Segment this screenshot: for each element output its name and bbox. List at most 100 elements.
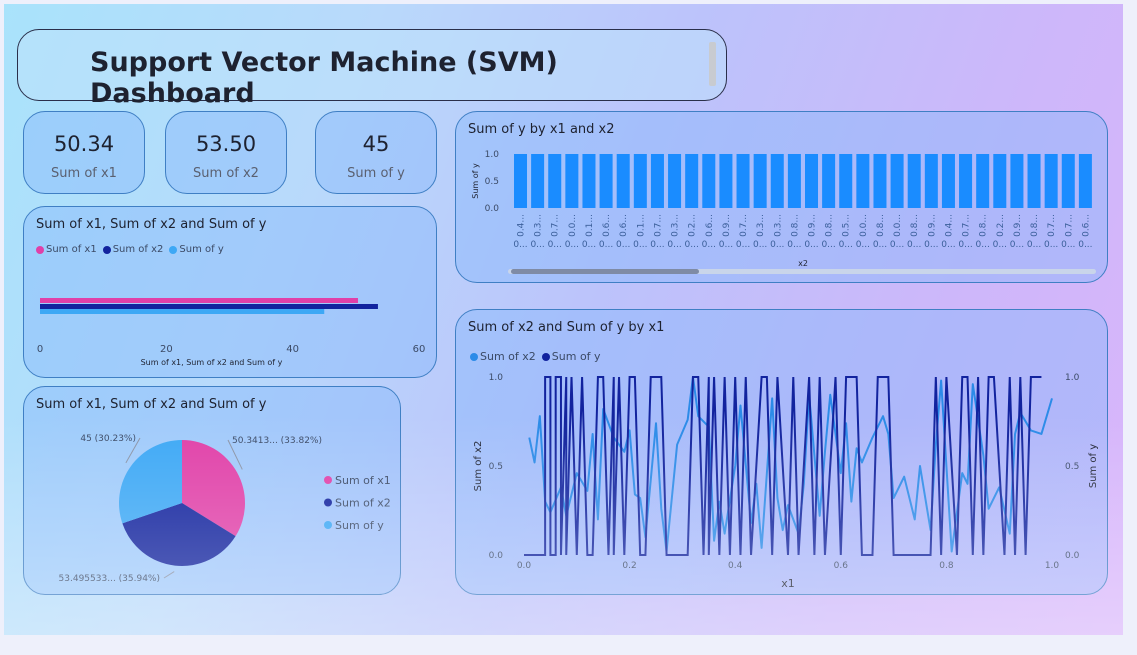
column-bar bbox=[805, 154, 819, 208]
x-tick-label: 0.8... bbox=[910, 214, 920, 237]
x-tick-label: 0.7... bbox=[551, 214, 561, 237]
column-bar bbox=[548, 154, 562, 208]
x-axis-title: x2 bbox=[798, 259, 808, 268]
x-secondary-label: 0... bbox=[565, 240, 579, 250]
column-bar bbox=[1061, 154, 1075, 208]
x-tick-label: 1.0 bbox=[1045, 561, 1060, 571]
column-bar bbox=[702, 154, 716, 208]
x-secondary-label: 0... bbox=[856, 240, 870, 250]
x-tick-label: 0.7... bbox=[1064, 214, 1074, 237]
x-tick-label: 0.1... bbox=[585, 214, 595, 237]
column-bar bbox=[616, 154, 630, 208]
y2-axis-title: Sum of y bbox=[1088, 444, 1099, 488]
x-secondary-label: 0... bbox=[821, 240, 835, 250]
column-chart-panel[interactable]: Sum of y by x1 and x2 0.0 0.5 1.0 Sum of y0… bbox=[455, 111, 1108, 283]
x-secondary-label: 0... bbox=[941, 240, 955, 250]
x-tick-label: 0.7... bbox=[962, 214, 972, 237]
x-tick-label: 0.7... bbox=[739, 214, 749, 237]
hbar-chart-panel[interactable]: Sum of x1, Sum of x2 and Sum of y Sum of… bbox=[23, 206, 437, 378]
x-secondary-label: 0... bbox=[924, 240, 938, 250]
x-tick-label: 0.6... bbox=[1081, 214, 1091, 237]
column-bar bbox=[1078, 154, 1092, 208]
x-tick-label: 0.0 bbox=[517, 561, 532, 571]
hbar-chart: 0 20 40 60 Sum of x1, Sum of x2 and Sum of y bbox=[37, 298, 426, 367]
x-secondary-label: 0... bbox=[736, 240, 750, 250]
card-value: 50.34 bbox=[53, 132, 115, 156]
column-bar bbox=[719, 154, 733, 208]
column-bar bbox=[685, 154, 699, 208]
column-bar bbox=[753, 154, 767, 208]
x-secondary-label: 0... bbox=[667, 240, 681, 250]
x-secondary-label: 0... bbox=[633, 240, 647, 250]
page-title: Support Vector Machine (SVM) Dashboard bbox=[90, 47, 558, 109]
column-bar bbox=[959, 154, 973, 208]
column-bar bbox=[770, 154, 784, 208]
column-bar bbox=[907, 154, 921, 208]
x-secondary-label: 0... bbox=[890, 240, 904, 250]
y-tick-label: 1.0 bbox=[489, 373, 504, 383]
column-chart: 0.00.51.0Sum of y0.4...0...0.3...0...0.7… bbox=[471, 150, 1096, 274]
pie-chart: 50.3413... (33.82%) 53.495533... (35.94%)… bbox=[59, 434, 391, 584]
x-secondary-label: 0... bbox=[599, 240, 613, 250]
bar-sum-of-y bbox=[40, 309, 325, 314]
x-secondary-label: 0... bbox=[548, 240, 562, 250]
x-axis-title: x1 bbox=[781, 577, 795, 590]
card-sum-x1[interactable]: 50.34 Sum of x1 bbox=[23, 111, 145, 194]
x-tick-label: 40 bbox=[286, 344, 299, 355]
column-bar bbox=[993, 154, 1007, 208]
pie-leader-line bbox=[163, 571, 175, 579]
x-tick-label: 0.1... bbox=[636, 214, 646, 237]
column-bar bbox=[582, 154, 596, 208]
x-tick-label: 0.8... bbox=[825, 214, 835, 237]
x-tick-label: 0.0... bbox=[859, 214, 869, 237]
line-chart-panel[interactable]: Sum of x2 and Sum of y by x1 Sum of x2 S… bbox=[455, 309, 1108, 595]
y-tick-label: 1.0 bbox=[485, 150, 500, 160]
column-bar bbox=[787, 154, 801, 208]
pie-legend-dot bbox=[324, 476, 332, 484]
y-axis-title: Sum of y bbox=[471, 163, 480, 199]
column-bar bbox=[839, 154, 853, 208]
x-secondary-label: 0... bbox=[839, 240, 853, 250]
y2-tick-label: 0.5 bbox=[1065, 462, 1079, 472]
column-bar bbox=[565, 154, 579, 208]
column-bar bbox=[531, 154, 545, 208]
x-secondary-label: 0... bbox=[582, 240, 596, 250]
x-tick-label: 0.6 bbox=[834, 561, 849, 571]
x-tick-label: 0.9... bbox=[722, 214, 732, 237]
x-tick-label: 0.7... bbox=[653, 214, 663, 237]
column-bar bbox=[822, 154, 836, 208]
column-bar bbox=[976, 154, 990, 208]
x-tick-label: 0.8... bbox=[790, 214, 800, 237]
x-secondary-label: 0... bbox=[873, 240, 887, 250]
x-secondary-label: 0... bbox=[1044, 240, 1058, 250]
x-tick-label: 0.2... bbox=[688, 214, 698, 237]
x-tick-label: 20 bbox=[160, 344, 173, 355]
x-secondary-label: 0... bbox=[616, 240, 630, 250]
x-tick-label: 0.9... bbox=[808, 214, 818, 237]
scrollbar-thumb bbox=[511, 269, 699, 274]
x-tick-label: 0.2 bbox=[622, 561, 636, 571]
x-secondary-label: 0... bbox=[1078, 240, 1092, 250]
column-bar bbox=[890, 154, 904, 208]
x-tick-label: 0.9... bbox=[1013, 214, 1023, 237]
card-label: Sum of x2 bbox=[193, 166, 259, 181]
line-chart: 0.0 0.5 1.0 0.0 0.5 1.0 0.0 0.2 0.4 0.6 0.8 1.0 Sum … bbox=[473, 373, 1099, 590]
x-secondary-label: 0... bbox=[993, 240, 1007, 250]
pie-legend-label: Sum of x2 bbox=[335, 497, 391, 510]
x-secondary-label: 0... bbox=[958, 240, 972, 250]
card-value: 45 bbox=[362, 132, 390, 156]
x-tick-label: 0.6... bbox=[705, 214, 715, 237]
x-tick-label: 60 bbox=[413, 344, 426, 355]
pie-chart-panel[interactable]: Sum of x1, Sum of x2 and Sum of y 50.341… bbox=[23, 386, 401, 595]
pie-data-label: 53.495533... (35.94%) bbox=[59, 574, 160, 584]
card-sum-y[interactable]: 45 Sum of y bbox=[315, 111, 437, 194]
x-tick-label: 0.8... bbox=[1030, 214, 1040, 237]
x-secondary-label: 0... bbox=[719, 240, 733, 250]
column-bar bbox=[856, 154, 870, 208]
x-tick-label: 0.4... bbox=[517, 214, 527, 237]
card-sum-x2[interactable]: 53.50 Sum of x2 bbox=[165, 111, 287, 194]
column-bar bbox=[924, 154, 938, 208]
x-tick-label: 0.4 bbox=[728, 561, 743, 571]
x-secondary-label: 0... bbox=[1027, 240, 1041, 250]
column-bar bbox=[599, 154, 613, 208]
